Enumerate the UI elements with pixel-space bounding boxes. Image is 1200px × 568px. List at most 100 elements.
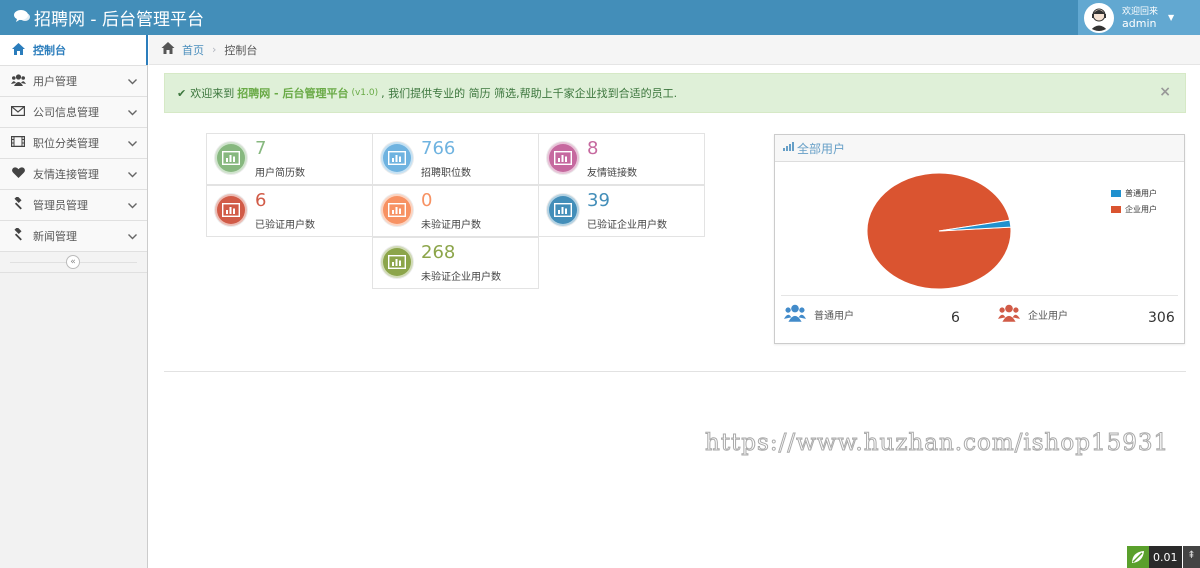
chart-legend: 普通用户 企业用户 [1111, 185, 1157, 217]
stat-verified-companies: 39 已验证企业用户数 [538, 185, 705, 237]
footer-company-users: 企业用户 [998, 301, 1068, 327]
panel-header: 全部用户 [775, 135, 1184, 162]
stat-label: 未验证用户数 [421, 220, 481, 231]
alert-brand: 招聘网 - 后台管理平台 [237, 87, 349, 100]
scroll-top-icon[interactable]: ⇞ [1183, 546, 1200, 568]
sidebar-item-label: 职位分类管理 [33, 137, 99, 150]
stat-label: 招聘职位数 [421, 168, 471, 179]
footer-label: 普通用户 [814, 310, 854, 322]
panel-title: 全部用户 [797, 141, 846, 156]
envelope-icon [10, 105, 26, 119]
alert-suffix: , 我们提供专业的 简历 筛选,帮助上千家企业找到合适的员工. [381, 87, 678, 100]
welcome-alert: ✔ 欢迎来到 招聘网 - 后台管理平台 (v1.0) , 我们提供专业的 简历 … [164, 73, 1186, 113]
chevron-right-icon: › [212, 43, 217, 56]
stat-job-count: 766 招聘职位数 [372, 133, 539, 185]
sidebar-item-label: 控制台 [33, 44, 66, 57]
sidebar-item-label: 公司信息管理 [33, 106, 99, 119]
stat-value: 8 [587, 138, 599, 159]
alert-version: (v1.0) [351, 88, 379, 98]
stat-link-count: 8 友情链接数 [538, 133, 705, 185]
footer-value: 306 [1148, 310, 1175, 326]
stat-unverified-users: 0 未验证用户数 [372, 185, 539, 237]
sidebar-item-dashboard[interactable]: 控制台 [0, 35, 148, 66]
bar-chart-icon [215, 194, 247, 226]
check-icon: ✔ [177, 86, 187, 100]
bar-chart-icon [547, 194, 579, 226]
sidebar-collapse-bar: « [0, 252, 147, 273]
sidebar-item-company[interactable]: 公司信息管理 [0, 97, 147, 128]
stat-value: 268 [421, 242, 456, 263]
users-icon [998, 303, 1020, 326]
stat-label: 友情链接数 [587, 168, 637, 179]
bar-chart-icon [215, 142, 247, 174]
sidebar-item-label: 友情连接管理 [33, 168, 99, 181]
stat-label: 用户简历数 [255, 168, 305, 179]
stat-label: 已验证企业用户数 [587, 220, 667, 231]
chevron-down-icon [128, 230, 137, 243]
users-icon [784, 303, 806, 326]
legend-swatch [1111, 205, 1121, 213]
chevron-down-icon [128, 199, 137, 212]
bar-chart-icon [381, 142, 413, 174]
breadcrumb-home-link[interactable]: 首页 [182, 42, 204, 58]
bar-chart-icon [381, 246, 413, 278]
sidebar: 控制台 用户管理 公司信息管理 职位分类管理 友情连接管理 管理员管理 新闻管理… [0, 35, 148, 568]
bar-chart-icon [547, 142, 579, 174]
users-icon [10, 73, 26, 89]
divider [781, 295, 1178, 296]
welcome-text: 欢迎回来 [1122, 6, 1159, 17]
pie-chart [866, 172, 1012, 290]
stat-value: 39 [587, 190, 610, 211]
chevron-down-icon [128, 106, 137, 119]
leaf-logo-icon [1127, 546, 1149, 568]
sidebar-item-users[interactable]: 用户管理 [0, 66, 147, 97]
username: admin [1122, 16, 1157, 30]
sidebar-item-admins[interactable]: 管理员管理 [0, 190, 147, 221]
heart-icon [10, 167, 26, 181]
bar-chart-icon [381, 194, 413, 226]
sidebar-item-label: 管理员管理 [33, 199, 88, 212]
close-icon[interactable]: × [1159, 84, 1171, 100]
breadcrumb: 首页 › 控制台 [149, 35, 1200, 65]
home-icon [161, 41, 175, 58]
stat-verified-users: 6 已验证用户数 [206, 185, 373, 237]
chevron-down-icon [128, 137, 137, 150]
stat-value: 6 [255, 190, 267, 211]
watermark-text: https://www.huzhan.com/ishop15931 [704, 430, 1170, 457]
stat-value: 766 [421, 138, 456, 159]
user-menu[interactable]: 欢迎回来 admin ▼ [1078, 0, 1200, 35]
legend-item: 普通用户 [1111, 185, 1157, 201]
brand[interactable]: 招聘网 - 后台管理平台 [14, 0, 204, 35]
double-angle-left-icon[interactable]: « [66, 255, 80, 269]
speed-widget[interactable]: 0.01 [1127, 546, 1182, 568]
all-users-panel: 全部用户 普通用户 企业用户 普通用户 6 企业用户 306 [774, 134, 1185, 344]
home-icon [10, 42, 26, 58]
gavel-icon [10, 226, 26, 244]
divider [164, 371, 1186, 372]
gavel-icon [10, 195, 26, 213]
film-icon [10, 136, 26, 150]
legend-item: 企业用户 [1111, 201, 1157, 217]
sidebar-item-job-category[interactable]: 职位分类管理 [0, 128, 147, 159]
sidebar-item-label: 用户管理 [33, 75, 77, 88]
legend-label: 企业用户 [1125, 204, 1157, 214]
legend-label: 普通用户 [1125, 188, 1157, 198]
signal-icon [783, 142, 794, 154]
user-info: 欢迎回来 admin [1122, 7, 1158, 29]
avatar [1084, 2, 1114, 33]
sidebar-item-links[interactable]: 友情连接管理 [0, 159, 147, 190]
alert-prefix: 欢迎来到 [190, 87, 235, 100]
stat-value: 0 [421, 190, 433, 211]
caret-down-icon[interactable]: ▼ [1168, 13, 1174, 22]
sidebar-item-news[interactable]: 新闻管理 [0, 221, 147, 252]
stat-resume-count: 7 用户简历数 [206, 133, 373, 185]
legend-swatch [1111, 189, 1121, 197]
footer-label: 企业用户 [1028, 310, 1068, 322]
chevron-down-icon [128, 75, 137, 88]
stat-value: 7 [255, 138, 267, 159]
widget-value: 0.01 [1153, 550, 1178, 564]
comments-icon [14, 9, 30, 27]
top-navbar: 招聘网 - 后台管理平台 欢迎回来 admin ▼ [0, 0, 1200, 35]
sidebar-item-label: 新闻管理 [33, 230, 77, 243]
brand-title: 招聘网 - 后台管理平台 [34, 10, 204, 30]
